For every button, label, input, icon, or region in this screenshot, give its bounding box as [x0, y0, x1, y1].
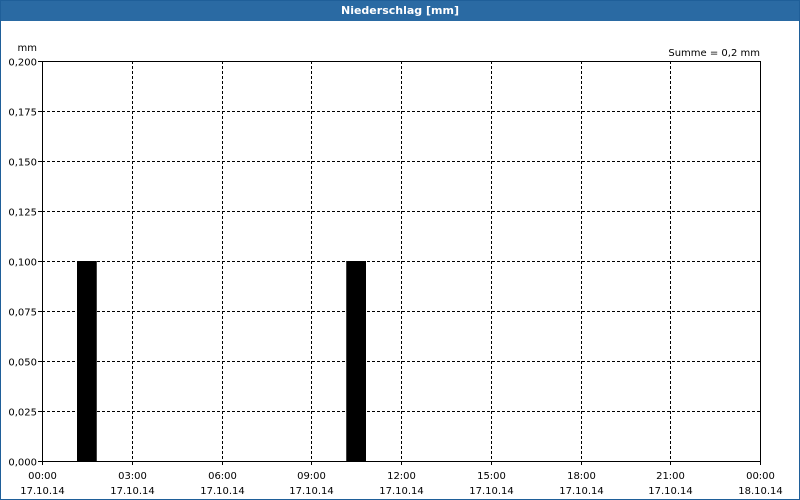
- x-tick-time: 18:00: [567, 471, 596, 482]
- precipitation-bar: [77, 261, 97, 461]
- x-tick-date: 17.10.14: [20, 486, 65, 497]
- x-tick-date: 18.10.14: [738, 486, 783, 497]
- y-tick-label: 0,100: [8, 258, 37, 269]
- x-tick-date: 17.10.14: [379, 486, 424, 497]
- y-axis-ticks: 0,000 0,025 0,050 0,075 0,100 0,125 0,150 0,175…: [8, 58, 42, 469]
- y-tick-label: 0,075: [8, 308, 37, 319]
- x-tick-date: 17.10.14: [559, 486, 604, 497]
- y-tick-label: 0,050: [8, 358, 37, 369]
- x-tick-date: 17.10.14: [200, 486, 245, 497]
- grid-lines: [42, 61, 760, 461]
- y-tick-label: 0,025: [8, 408, 37, 419]
- precipitation-chart: 0,000 0,025 0,050 0,075 0,100 0,125 0,150 0,175…: [8, 43, 783, 497]
- x-tick-time: 00:00: [28, 471, 57, 482]
- x-tick-time: 21:00: [656, 471, 685, 482]
- x-tick-time: 00:00: [746, 471, 775, 482]
- y-tick-label: 0,150: [8, 158, 37, 169]
- x-tick-date: 17.10.14: [110, 486, 155, 497]
- x-tick-date: 17.10.14: [648, 486, 693, 497]
- precipitation-bar: [346, 261, 366, 461]
- x-tick-time: 03:00: [118, 471, 147, 482]
- y-tick-label: 0,125: [8, 208, 37, 219]
- y-tick-label: 0,200: [8, 58, 37, 69]
- sum-annotation: Summe = 0,2 mm: [668, 48, 760, 59]
- x-tick-date: 17.10.14: [469, 486, 514, 497]
- x-axis-ticks: 00:00 17.10.14 03:00 17.10.14 06:00 17.10.14 0…: [20, 461, 783, 497]
- x-tick-time: 09:00: [297, 471, 326, 482]
- y-axis-label: mm: [18, 43, 37, 54]
- x-tick-time: 12:00: [387, 471, 416, 482]
- y-tick-label: 0,000: [8, 458, 37, 469]
- x-tick-time: 15:00: [477, 471, 506, 482]
- x-tick-time: 06:00: [208, 471, 237, 482]
- x-tick-date: 17.10.14: [289, 486, 334, 497]
- window-title: Niederschlag [mm]: [1, 1, 799, 21]
- y-tick-label: 0,175: [8, 108, 37, 119]
- chart-window: Niederschlag [mm] 0,000 0,025 0,050 0,075 0,…: [0, 0, 800, 500]
